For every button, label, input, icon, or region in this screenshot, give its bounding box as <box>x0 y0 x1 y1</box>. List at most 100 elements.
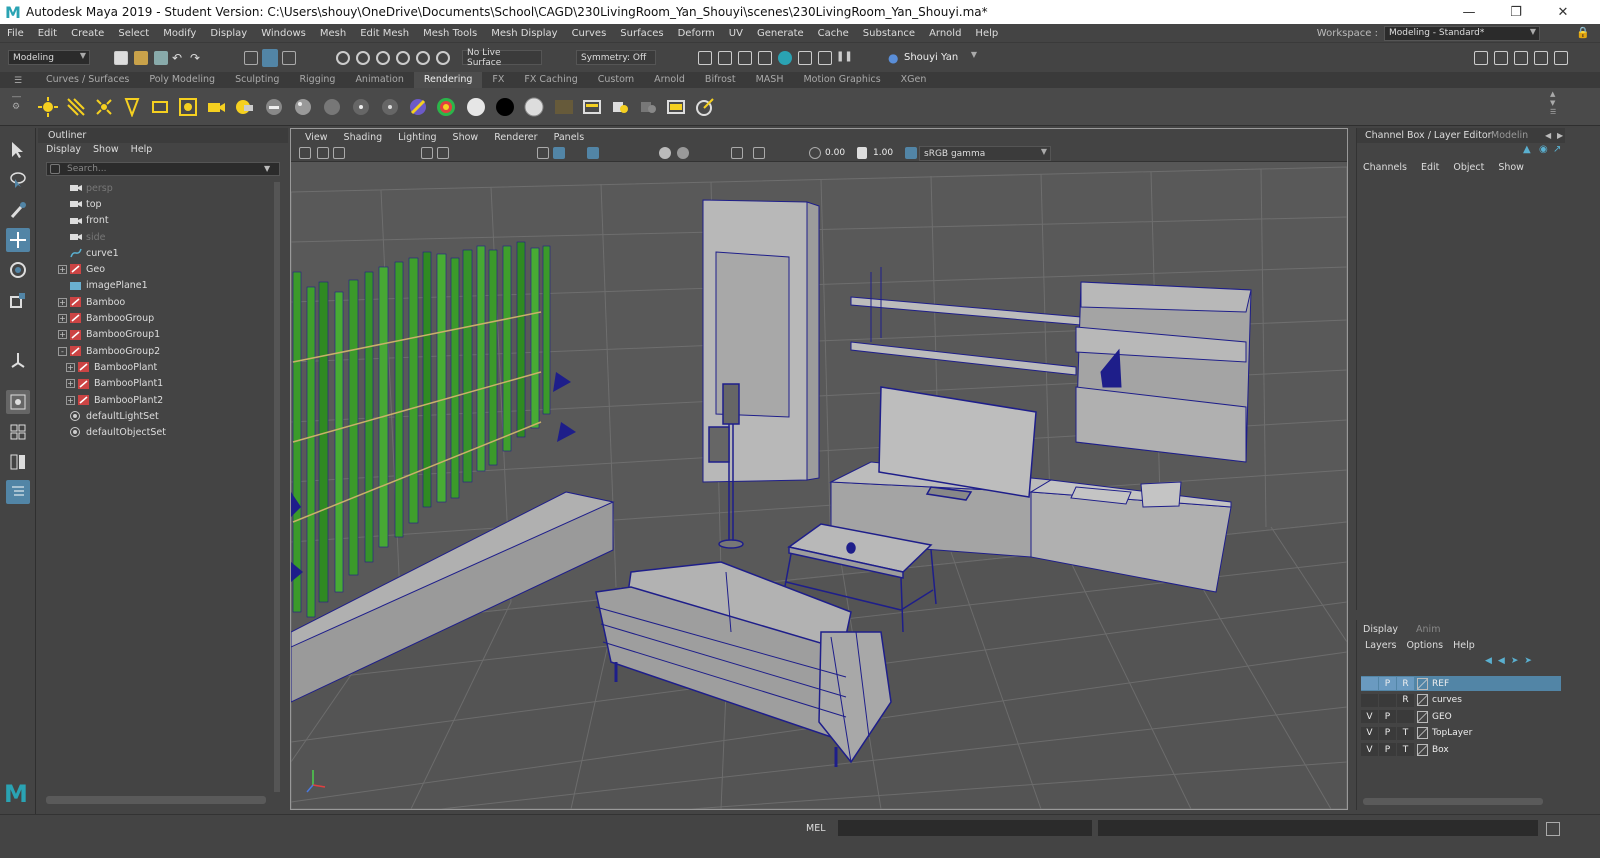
script-editor-icon[interactable] <box>1546 822 1560 836</box>
snap-plane-icon[interactable] <box>436 51 450 65</box>
layered-shader-icon[interactable] <box>552 95 576 119</box>
expand-toggle-icon[interactable]: - <box>58 346 67 356</box>
menu-item-mesh[interactable]: Mesh <box>313 28 353 39</box>
expand-toggle-icon[interactable]: + <box>58 265 67 275</box>
open-scene-icon[interactable] <box>134 51 148 65</box>
shelf-tab-rendering[interactable]: Rendering <box>413 72 483 88</box>
layer-row-curves[interactable]: Rcurves <box>1361 693 1561 708</box>
layer-menu-options[interactable]: Options <box>1406 640 1443 651</box>
channel-box-icon-b[interactable]: ◉ <box>1539 144 1551 156</box>
user-dropdown[interactable]: Shouyi Yan ▼ <box>900 50 980 65</box>
render-frame-icon[interactable] <box>718 51 732 65</box>
layer-visibility-toggle[interactable]: V <box>1361 726 1378 740</box>
tool-settings-icon[interactable] <box>1514 51 1528 65</box>
exposure-icon[interactable] <box>809 147 821 159</box>
viewport-menu-lighting[interactable]: Lighting <box>390 132 444 143</box>
snap-point-icon[interactable] <box>376 51 390 65</box>
layer-color-swatch-icon[interactable] <box>1417 710 1428 723</box>
outliner-item-curve1[interactable]: curve1 <box>38 245 278 261</box>
persp-outliner-layout-icon[interactable] <box>6 450 30 474</box>
outliner-item-persp[interactable]: persp <box>38 180 278 196</box>
shelf-scroll-icon[interactable]: ▲ ▼ ☰ <box>1550 90 1560 124</box>
layer-menu-layers[interactable]: Layers <box>1365 640 1396 651</box>
undo-icon[interactable]: ↶ <box>172 51 186 65</box>
wireframe-toggle-icon[interactable] <box>537 147 549 159</box>
hypershade-icon[interactable] <box>778 51 792 65</box>
mel-label[interactable]: MEL <box>806 823 826 834</box>
menu-item-windows[interactable]: Windows <box>254 28 313 39</box>
shelf-tab-mash[interactable]: MASH <box>746 72 794 88</box>
shelf-tab-sculpting[interactable]: Sculpting <box>225 72 289 88</box>
layer-display-type-toggle[interactable]: T <box>1397 726 1414 740</box>
outliner-item-front[interactable]: front <box>38 213 278 229</box>
snap-view-icon[interactable] <box>396 51 410 65</box>
menu-item-arnold[interactable]: Arnold <box>922 28 968 39</box>
point-light-icon[interactable] <box>92 95 116 119</box>
menu-item-edit-mesh[interactable]: Edit Mesh <box>353 28 416 39</box>
layer-color-swatch-icon[interactable] <box>1417 727 1428 739</box>
tab-scroll-right-icon[interactable]: ▶ <box>1557 128 1563 143</box>
smooth-shade-icon[interactable] <box>553 147 565 159</box>
viewport-menu-show[interactable]: Show <box>445 132 487 143</box>
menu-item-generate[interactable]: Generate <box>750 28 811 39</box>
lock-icon[interactable]: 🔒 <box>1576 26 1590 40</box>
tab-scroll-left-icon[interactable]: ◀ <box>1545 128 1551 143</box>
menu-item-mesh-tools[interactable]: Mesh Tools <box>416 28 484 39</box>
shelf-tab-poly-modeling[interactable]: Poly Modeling <box>139 72 225 88</box>
menuset-dropdown[interactable]: Modeling ▼ <box>8 50 90 65</box>
outliner-item-defaultobjectset[interactable]: defaultObjectSet <box>38 424 278 440</box>
outliner-item-side[interactable]: side <box>38 229 278 245</box>
layer-playback-toggle[interactable]: P <box>1379 743 1396 756</box>
exposure-value[interactable]: 0.00 <box>825 148 845 158</box>
layer-display-type-toggle[interactable]: T <box>1397 743 1414 756</box>
view-transform-icon[interactable] <box>905 147 917 159</box>
expand-toggle-icon[interactable]: + <box>66 379 75 389</box>
viewport-menu-renderer[interactable]: Renderer <box>486 132 545 143</box>
menu-item-edit[interactable]: Edit <box>31 28 64 39</box>
outliner-layout-icon[interactable] <box>6 480 30 504</box>
new-scene-icon[interactable] <box>114 51 128 65</box>
outliner-item-imageplane1[interactable]: imagePlane1 <box>38 278 278 294</box>
layer-row-box[interactable]: V P T Box <box>1361 742 1561 757</box>
outliner-item-bamboogroup[interactable]: + BambooGroup <box>38 310 278 326</box>
perspective-viewport[interactable]: View Shading Lighting Show Renderer Panels 0.… <box>290 128 1348 810</box>
outliner-toggle-icon[interactable] <box>1554 51 1568 65</box>
layer-color-swatch-icon[interactable] <box>1417 743 1428 756</box>
mel-command-input[interactable] <box>838 820 1092 836</box>
outliner-item-bamboo[interactable]: + Bamboo <box>38 294 278 310</box>
modeling-toolkit-icon[interactable] <box>1474 51 1488 65</box>
outliner-item-bambooplant2[interactable]: + BambooPlant2 <box>38 392 278 408</box>
select-camera-icon[interactable] <box>299 147 311 159</box>
batch-render-icon[interactable] <box>664 95 688 119</box>
menu-item-surfaces[interactable]: Surfaces <box>613 28 670 39</box>
outliner-menu-show[interactable]: Show <box>93 144 119 155</box>
anisotropic-material-icon[interactable] <box>378 95 402 119</box>
camera-create-icon[interactable] <box>204 95 228 119</box>
menu-item-curves[interactable]: Curves <box>565 28 614 39</box>
white-surface-shader-icon[interactable] <box>464 95 488 119</box>
select-object-icon[interactable] <box>262 49 278 67</box>
lambert-material-icon[interactable] <box>262 95 286 119</box>
film-gate-icon[interactable] <box>437 147 449 159</box>
layer-playback-toggle[interactable]: P <box>1379 726 1396 740</box>
lasso-tool-icon[interactable] <box>6 168 30 192</box>
outliner-item-bambooplant[interactable]: + BambooPlant <box>38 359 278 375</box>
layer-display-type-toggle[interactable] <box>1397 710 1414 723</box>
menu-item-cache[interactable]: Cache <box>811 28 856 39</box>
ambient-light-icon[interactable] <box>36 95 60 119</box>
outliner-item-defaultlightset[interactable]: defaultLightSet <box>38 408 278 424</box>
close-button[interactable]: ✕ <box>1540 0 1586 24</box>
channel-menu-edit[interactable]: Edit <box>1421 162 1439 173</box>
layer-playback-toggle[interactable]: P <box>1379 710 1396 723</box>
workspace-dropdown[interactable]: Modeling - Standard* ▼ <box>1384 25 1540 41</box>
modeling-toolkit-tab[interactable]: Modelin <box>1491 128 1528 143</box>
snap-grid-icon[interactable] <box>336 51 350 65</box>
shelf-tab-motion-graphics[interactable]: Motion Graphics <box>793 72 890 88</box>
camera-attributes-icon[interactable] <box>317 147 329 159</box>
isolate-select-icon[interactable] <box>731 147 743 159</box>
layer-color-swatch-icon[interactable] <box>1417 694 1428 706</box>
expand-toggle-icon[interactable]: + <box>66 395 75 405</box>
layer-tab-anim[interactable]: Anim <box>1416 624 1440 635</box>
menu-item-select[interactable]: Select <box>111 28 156 39</box>
ipr-render-shelf-icon[interactable] <box>608 95 632 119</box>
